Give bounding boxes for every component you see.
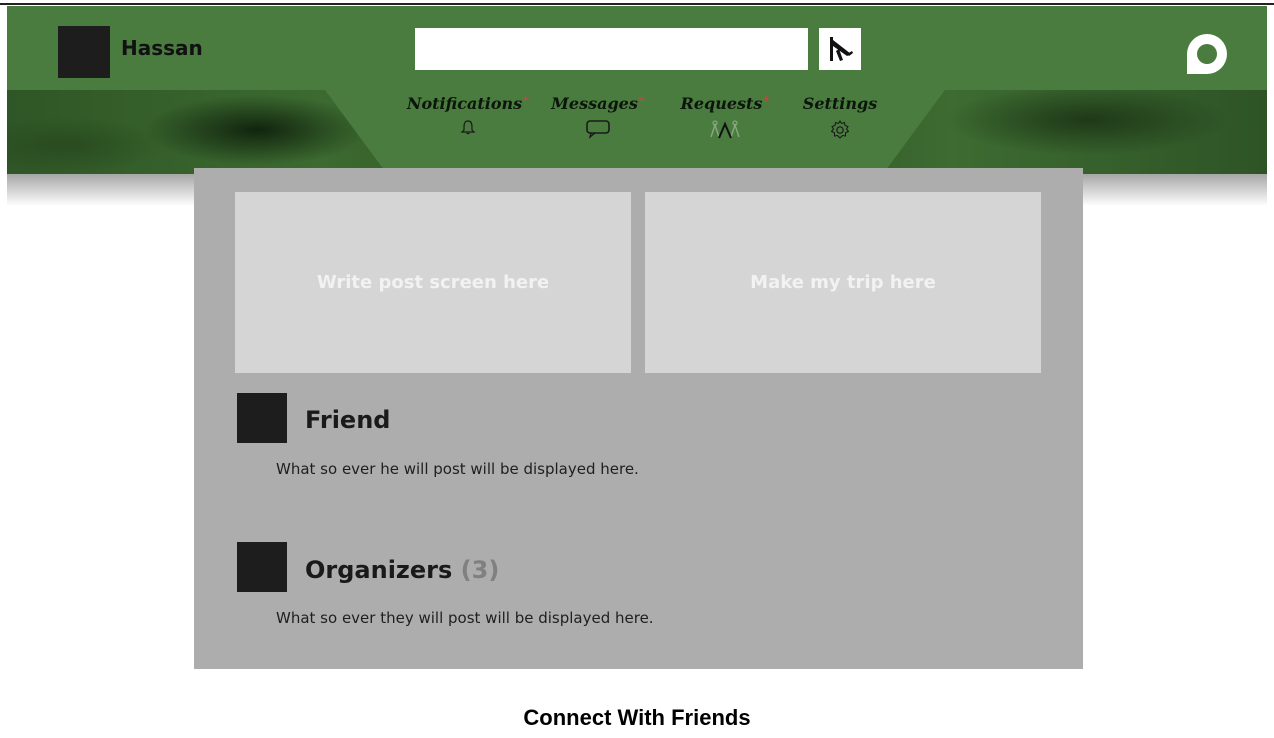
nav-requests-label: Requests	[680, 94, 763, 113]
organizers-title-text: Organizers	[305, 556, 453, 584]
people-icon	[710, 120, 740, 139]
search-button[interactable]	[819, 28, 861, 70]
user-avatar[interactable]	[58, 26, 110, 78]
friend-title[interactable]: Friend	[305, 406, 390, 434]
app-logo[interactable]	[1179, 26, 1235, 82]
organizers-title[interactable]: Organizers (3)	[305, 556, 499, 584]
nav-settings-label: Settings	[802, 94, 878, 113]
make-trip-label: Make my trip here	[750, 272, 936, 293]
nav-messages-label: Messages	[551, 94, 638, 113]
nav-settings[interactable]: Settings	[770, 94, 910, 141]
bell-icon	[460, 120, 476, 135]
organizers-count: (3)	[460, 556, 500, 584]
app-logo-icon	[1187, 34, 1227, 74]
airplane-icon	[830, 37, 853, 61]
write-post-box[interactable]: Write post screen here	[235, 192, 631, 373]
user-name[interactable]: Hassan	[121, 36, 203, 60]
nav-notifications-label: Notifications	[406, 94, 523, 113]
friend-post-text: What so ever he will post will be displa…	[276, 460, 639, 478]
gear-icon	[830, 120, 850, 139]
page-caption: Connect With Friends	[523, 705, 751, 730]
make-trip-box[interactable]: Make my trip here	[645, 192, 1041, 373]
main-panel: Write post screen here Make my trip here…	[194, 168, 1083, 669]
search-input[interactable]	[415, 28, 808, 70]
nav-notifications[interactable]: Notifications*	[398, 94, 538, 137]
organizers-post-text: What so ever they will post will be disp…	[276, 609, 654, 627]
top-border	[0, 3, 1274, 5]
nav-messages[interactable]: Messages*	[528, 94, 668, 139]
nav-messages-marker: *	[637, 94, 645, 110]
chat-icon	[586, 120, 610, 139]
organizers-avatar[interactable]	[237, 542, 287, 592]
friend-avatar[interactable]	[237, 393, 287, 443]
write-post-label: Write post screen here	[316, 272, 550, 293]
nav-requests-marker: *	[762, 94, 770, 110]
